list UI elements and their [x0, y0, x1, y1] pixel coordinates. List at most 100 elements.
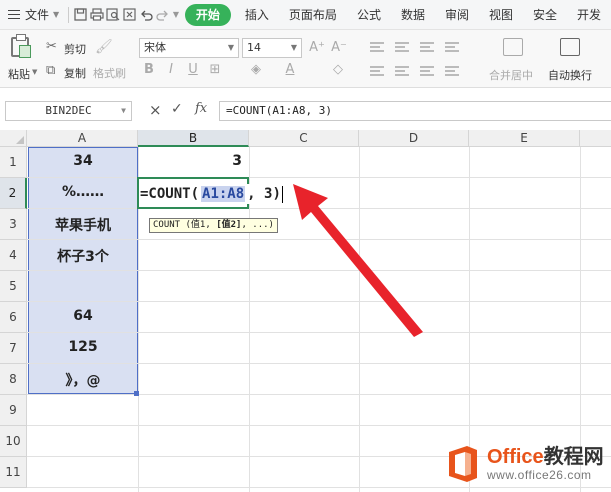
align-bottom-icon[interactable]: [420, 42, 434, 52]
tab-developer[interactable]: 开发: [567, 0, 611, 30]
logo-brand-cn: 教程网: [543, 446, 604, 468]
logo-text: Office教程网 www.office26.com: [487, 446, 604, 482]
format-painter-button[interactable]: 格式刷: [93, 65, 126, 81]
merge-center-icon[interactable]: [503, 38, 523, 56]
copy-icon[interactable]: ⧉: [46, 63, 55, 78]
font-color-icon[interactable]: A: [282, 62, 298, 77]
column-header-e[interactable]: E: [469, 130, 580, 147]
formula-prefix: =COUNT(: [140, 186, 200, 202]
name-box[interactable]: BIN2DEC ▼: [5, 101, 132, 121]
arrow-shape: [293, 184, 423, 337]
cell-b1[interactable]: 3: [138, 153, 248, 169]
print-icon[interactable]: [89, 5, 106, 25]
merge-center-button[interactable]: 合并居中: [489, 67, 533, 83]
cell-a4[interactable]: 杯子3个: [28, 246, 138, 266]
tab-security[interactable]: 安全: [523, 0, 567, 30]
column-header-d[interactable]: D: [359, 130, 469, 147]
cell-a8[interactable]: 》，@: [28, 370, 138, 390]
align-right-icon[interactable]: [420, 66, 434, 76]
row-header-8[interactable]: 8: [0, 364, 27, 395]
tooltip-current-arg: [值2]: [216, 220, 242, 230]
row-header-4[interactable]: 4: [0, 240, 27, 271]
row-header-7[interactable]: 7: [0, 333, 27, 364]
tab-insert[interactable]: 插入: [235, 0, 279, 30]
indent-icon[interactable]: [445, 42, 459, 52]
redo-icon[interactable]: [155, 5, 172, 25]
row-header-2[interactable]: 2: [0, 178, 27, 209]
tab-formulas[interactable]: 公式: [347, 0, 391, 30]
underline-icon[interactable]: U: [185, 62, 201, 77]
paste-icon[interactable]: [11, 34, 31, 58]
row-header-9[interactable]: 9: [0, 395, 27, 426]
fill-color-icon[interactable]: ◈: [248, 62, 264, 77]
office-logo-icon: [449, 446, 477, 482]
customize-dropdown-icon[interactable]: ▼: [171, 5, 181, 25]
menu-bar: 文件 ▼ ▼ 开始 插入 页面布局 公式 数据 审阅 视图 安全 开发: [0, 0, 611, 30]
grid-line: [27, 394, 611, 395]
align-middle-icon[interactable]: [395, 42, 409, 52]
column-header-c[interactable]: C: [249, 130, 359, 147]
undo-icon[interactable]: [138, 5, 155, 25]
cell-a6[interactable]: 64: [28, 308, 138, 324]
export-icon[interactable]: [122, 5, 139, 25]
align-top-icon[interactable]: [370, 42, 384, 52]
grid-line: [27, 425, 611, 426]
tab-review[interactable]: 审阅: [435, 0, 479, 30]
tab-page-layout[interactable]: 页面布局: [279, 0, 347, 30]
copy-button[interactable]: 复制: [64, 65, 86, 81]
row-header-10[interactable]: 10: [0, 426, 27, 457]
wrap-text-icon[interactable]: [560, 38, 580, 56]
insert-function-icon[interactable]: fx: [195, 101, 207, 116]
column-header-b[interactable]: B: [138, 130, 249, 147]
paste-button[interactable]: 粘贴: [8, 66, 30, 82]
align-left-icon[interactable]: [370, 66, 384, 76]
tab-data[interactable]: 数据: [391, 0, 435, 30]
annotation-arrow: [293, 184, 423, 337]
border-icon[interactable]: ⊞: [207, 62, 223, 77]
italic-icon[interactable]: I: [163, 62, 179, 77]
tooltip-func: COUNT (值1,: [153, 220, 217, 230]
font-name-select[interactable]: 宋体 ▼: [139, 38, 239, 58]
save-icon[interactable]: [72, 5, 89, 25]
font-size-select[interactable]: 14 ▼: [242, 38, 302, 58]
decrease-font-icon[interactable]: A⁻: [331, 40, 347, 55]
cancel-icon[interactable]: ×: [149, 101, 162, 119]
cell-a3[interactable]: 苹果手机: [28, 215, 138, 235]
column-header-a[interactable]: A: [27, 130, 138, 147]
range-fill-handle[interactable]: [134, 391, 139, 396]
cell-b2-editor[interactable]: =COUNT( A1:A8 , 3): [140, 184, 283, 204]
file-menu[interactable]: 文件 ▼: [0, 0, 65, 30]
print-preview-icon[interactable]: [105, 5, 122, 25]
clear-format-icon[interactable]: ◇: [330, 62, 346, 77]
cell-a2[interactable]: %……: [28, 184, 138, 200]
formula-input[interactable]: =COUNT(A1:A8, 3): [219, 101, 611, 121]
formula-suffix: , 3): [247, 186, 281, 202]
format-painter-icon[interactable]: 🖌: [95, 39, 113, 55]
select-all-corner[interactable]: [0, 130, 27, 147]
spreadsheet-grid: A B C D E 1 2 3 4 5 6 7 8 9 10 11 34 %………: [0, 130, 611, 492]
bold-icon[interactable]: B: [141, 62, 157, 77]
cut-button[interactable]: 剪切: [64, 41, 86, 57]
chevron-down-icon: ▼: [227, 43, 234, 52]
tab-view[interactable]: 视图: [479, 0, 523, 30]
tab-start[interactable]: 开始: [184, 3, 231, 26]
row-header-1[interactable]: 1: [0, 147, 27, 178]
row-header-5[interactable]: 5: [0, 271, 27, 302]
justify-icon[interactable]: [445, 66, 459, 76]
confirm-icon[interactable]: ✓: [171, 101, 183, 117]
row-header-6[interactable]: 6: [0, 302, 27, 333]
increase-font-icon[interactable]: A⁺: [309, 40, 325, 55]
row-header-11[interactable]: 11: [0, 457, 27, 488]
chevron-down-icon: ▼: [290, 43, 297, 52]
cell-a7[interactable]: 125: [28, 339, 138, 355]
function-signature-tooltip: COUNT (值1, [值2], ...): [149, 218, 278, 233]
wrap-text-button[interactable]: 自动换行: [548, 67, 592, 83]
row-header-3[interactable]: 3: [0, 209, 27, 240]
logo-brand: Office教程网: [487, 446, 604, 468]
logo-url: www.office26.com: [487, 468, 592, 482]
paste-dropdown-icon[interactable]: ▼: [32, 68, 37, 76]
column-header-f[interactable]: [580, 130, 611, 147]
cell-a1[interactable]: 34: [28, 153, 138, 169]
align-center-icon[interactable]: [395, 66, 409, 76]
scissors-icon[interactable]: ✂: [46, 39, 57, 54]
